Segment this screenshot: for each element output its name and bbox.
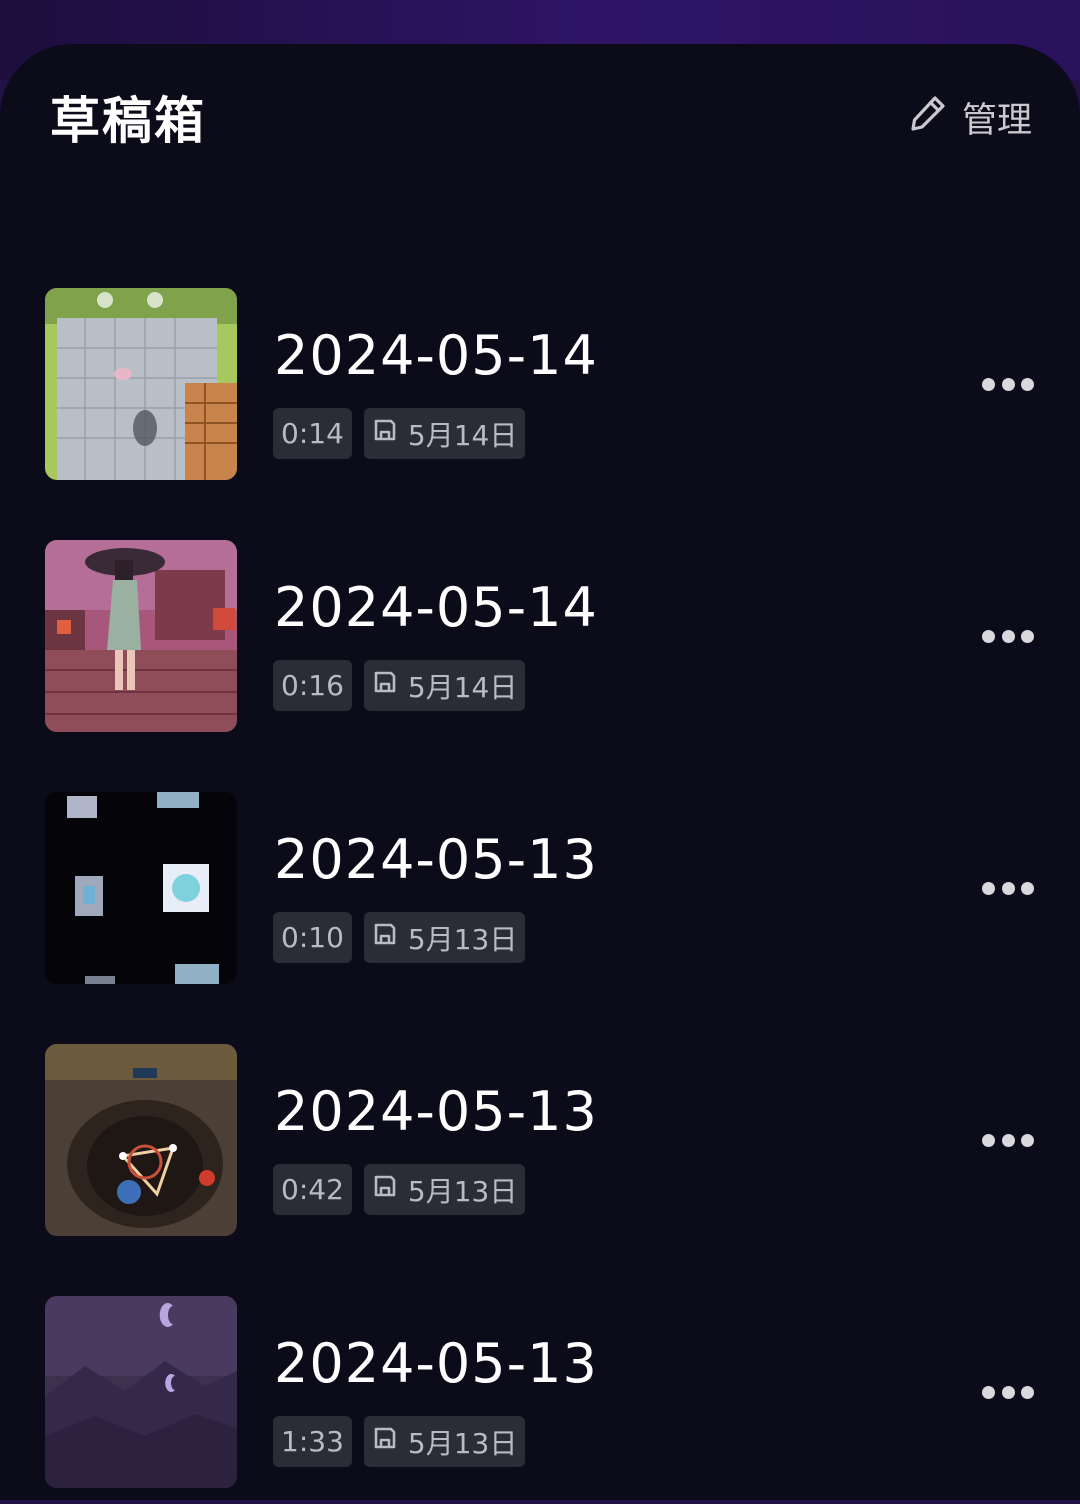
save-icon: [372, 417, 398, 450]
draft-title: 2024-05-14: [274, 324, 598, 387]
duration-badge: 0:14: [273, 408, 352, 459]
draft-thumbnail[interactable]: [45, 288, 237, 480]
ellipsis-icon: [1021, 881, 1034, 895]
save-icon: [372, 1173, 398, 1206]
saved-date-badge: 5月13日: [363, 1416, 526, 1467]
more-options-button[interactable]: [982, 880, 1034, 896]
duration-text: 0:42: [281, 1173, 344, 1206]
duration-text: 0:16: [281, 669, 344, 702]
duration-badge: 0:16: [273, 660, 352, 711]
more-options-button[interactable]: [982, 1132, 1034, 1148]
saved-date-text: 5月13日: [407, 1174, 518, 1208]
draft-thumbnail[interactable]: [45, 1044, 237, 1236]
draft-thumbnail[interactable]: [45, 540, 237, 732]
saved-date-badge: 5月14日: [363, 660, 526, 711]
ellipsis-icon: [982, 881, 995, 895]
duration-badge: 1:33: [273, 1416, 352, 1467]
saved-date-badge: 5月13日: [363, 1164, 526, 1215]
ellipsis-icon: [1021, 1385, 1034, 1399]
manage-label: 管理: [961, 100, 1032, 141]
saved-date-badge: 5月13日: [363, 912, 526, 963]
draft-meta: 0:42 5月13日: [273, 1164, 526, 1215]
draft-thumbnail[interactable]: [45, 792, 237, 984]
duration-text: 1:33: [281, 1425, 344, 1458]
page-title: 草稿箱: [50, 92, 206, 150]
save-icon: [372, 921, 398, 954]
draft-meta: 0:14 5月14日: [273, 408, 526, 459]
save-icon: [372, 1425, 398, 1458]
draft-row[interactable]: 2024-05-13 1:33 5月13日: [0, 1252, 1080, 1504]
saved-date-text: 5月14日: [407, 418, 518, 452]
ellipsis-icon: [1001, 1133, 1015, 1147]
ellipsis-icon: [1021, 1133, 1034, 1147]
draft-title: 2024-05-13: [274, 1332, 598, 1395]
duration-badge: 0:10: [273, 912, 352, 963]
draft-meta: 1:33 5月13日: [273, 1416, 526, 1467]
draft-meta: 0:16 5月14日: [273, 660, 526, 711]
saved-date-badge: 5月14日: [363, 408, 526, 459]
ellipsis-icon: [982, 377, 995, 391]
ellipsis-icon: [1001, 629, 1015, 643]
more-options-button[interactable]: [982, 376, 1034, 392]
ellipsis-icon: [982, 1385, 995, 1399]
draft-row[interactable]: 2024-05-14 0:14 5月14日: [0, 244, 1080, 496]
draft-title: 2024-05-13: [274, 828, 598, 891]
drafts-list: 2024-05-14 0:14 5月14日 2024-05-14 0:16 5月…: [0, 244, 1080, 1504]
manage-button[interactable]: 管理: [908, 92, 1032, 143]
ellipsis-icon: [982, 1133, 995, 1147]
draft-meta: 0:10 5月13日: [273, 912, 526, 963]
saved-date-text: 5月14日: [407, 670, 518, 704]
draft-row[interactable]: 2024-05-13 0:42 5月13日: [0, 1000, 1080, 1252]
draft-title: 2024-05-13: [274, 1080, 598, 1143]
save-icon: [372, 669, 398, 702]
ellipsis-icon: [982, 629, 995, 643]
draft-row[interactable]: 2024-05-13 0:10 5月13日: [0, 748, 1080, 1000]
duration-text: 0:14: [281, 417, 344, 450]
more-options-button[interactable]: [982, 628, 1034, 644]
ellipsis-icon: [1001, 881, 1015, 895]
saved-date-text: 5月13日: [407, 1426, 518, 1460]
ellipsis-icon: [1001, 1385, 1015, 1399]
duration-text: 0:10: [281, 921, 344, 954]
duration-badge: 0:42: [273, 1164, 352, 1215]
draft-title: 2024-05-14: [274, 576, 598, 639]
ellipsis-icon: [1021, 629, 1034, 643]
draft-thumbnail[interactable]: [45, 1296, 237, 1488]
saved-date-text: 5月13日: [407, 922, 518, 956]
more-options-button[interactable]: [982, 1384, 1034, 1400]
ellipsis-icon: [1001, 377, 1015, 391]
drafts-header: 草稿箱 管理: [50, 86, 1032, 150]
ellipsis-icon: [1021, 377, 1034, 391]
pencil-icon: [908, 93, 948, 142]
draft-row[interactable]: 2024-05-14 0:16 5月14日: [0, 496, 1080, 748]
